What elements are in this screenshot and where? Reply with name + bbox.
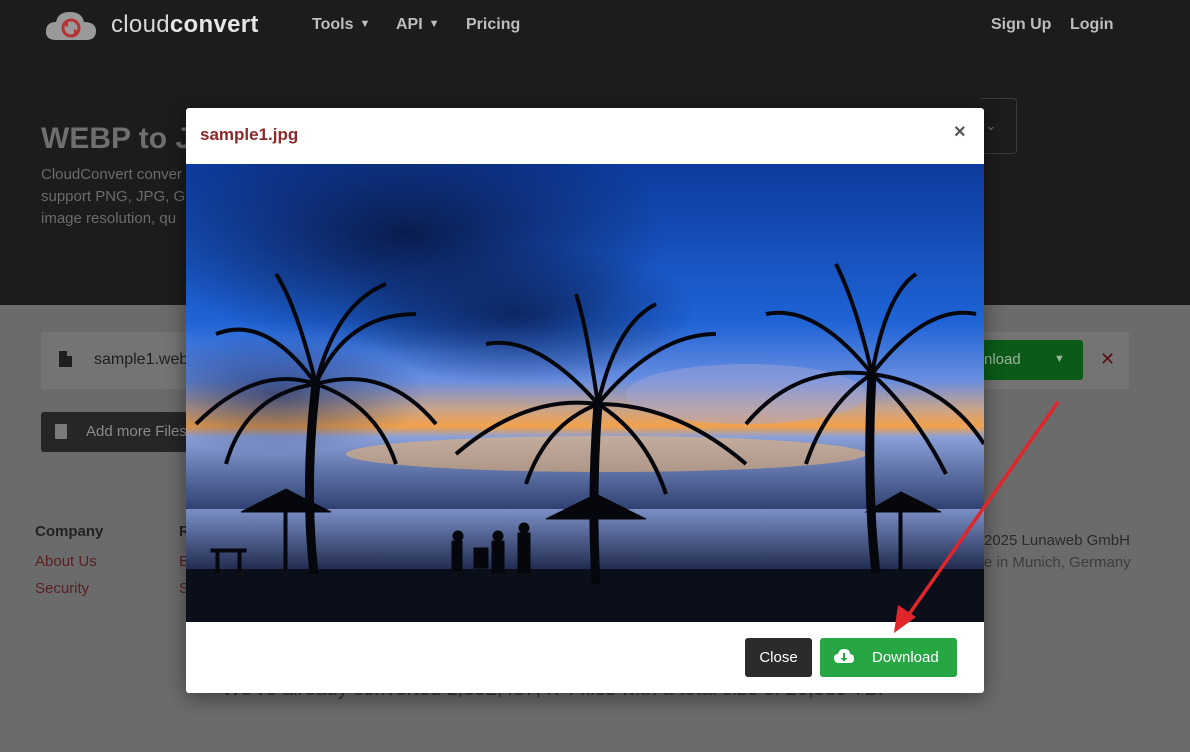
sign-up-link[interactable]: Sign Up bbox=[991, 16, 1051, 34]
download-button[interactable]: Download bbox=[820, 638, 957, 677]
file-plus-icon bbox=[55, 424, 67, 439]
cloud-download-icon bbox=[834, 649, 854, 663]
file-download-label: nload bbox=[984, 351, 1021, 368]
add-more-files-button[interactable]: Add more Files bbox=[41, 412, 191, 452]
chevron-down-icon: ⌄ bbox=[985, 117, 997, 133]
close-button[interactable]: Close bbox=[745, 638, 812, 677]
chevron-down-icon: ▼ bbox=[1054, 353, 1065, 365]
nav-pricing-label: Pricing bbox=[466, 16, 521, 33]
footer-company-heading: Company bbox=[35, 523, 104, 540]
add-more-files-label: Add more Files bbox=[86, 423, 187, 440]
hero-line-3: image resolution, qu bbox=[41, 210, 177, 227]
nav-api[interactable]: API ▼ bbox=[396, 16, 440, 34]
hero-description: CloudConvert conver support PNG, JPG, GI… bbox=[41, 164, 191, 230]
file-download-button[interactable]: nload ▼ bbox=[984, 340, 1083, 380]
chevron-down-icon: ▼ bbox=[428, 18, 440, 30]
file-icon bbox=[59, 351, 72, 367]
nav-pricing[interactable]: Pricing bbox=[466, 16, 520, 34]
hero-line-1: CloudConvert conver bbox=[41, 166, 182, 183]
image-preview bbox=[186, 164, 984, 622]
file-name: sample1.web bbox=[94, 351, 189, 368]
download-label: Download bbox=[872, 649, 939, 666]
footer-about-link[interactable]: About Us bbox=[35, 553, 97, 570]
close-icon[interactable]: × bbox=[954, 121, 966, 144]
footer-security-link[interactable]: Security bbox=[35, 580, 89, 597]
preview-modal: sample1.jpg × Close Download bbox=[186, 108, 984, 693]
nav-api-label: API bbox=[396, 16, 423, 33]
modal-title: sample1.jpg bbox=[200, 125, 299, 144]
hero-line-2: support PNG, JPG, GI bbox=[41, 188, 190, 205]
footer-made-in: e in Munich, Germany bbox=[984, 554, 1131, 571]
brand-bold-text: convert bbox=[169, 11, 259, 38]
nav-tools[interactable]: Tools ▼ bbox=[312, 16, 370, 34]
brand-light-text: cloud bbox=[111, 11, 170, 38]
nav-tools-label: Tools bbox=[312, 16, 354, 33]
footer-copyright: 2025 Lunaweb GmbH bbox=[984, 532, 1130, 549]
brand-name[interactable]: cloudconvert bbox=[111, 11, 259, 39]
remove-file-icon[interactable]: ✕ bbox=[1100, 349, 1115, 370]
format-select[interactable]: ⌄ bbox=[980, 98, 1017, 154]
page-title: WEBP to J bbox=[41, 122, 193, 155]
chevron-down-icon: ▼ bbox=[359, 18, 371, 30]
login-link[interactable]: Login bbox=[1070, 16, 1114, 34]
cloudconvert-logo-icon[interactable] bbox=[44, 8, 98, 42]
